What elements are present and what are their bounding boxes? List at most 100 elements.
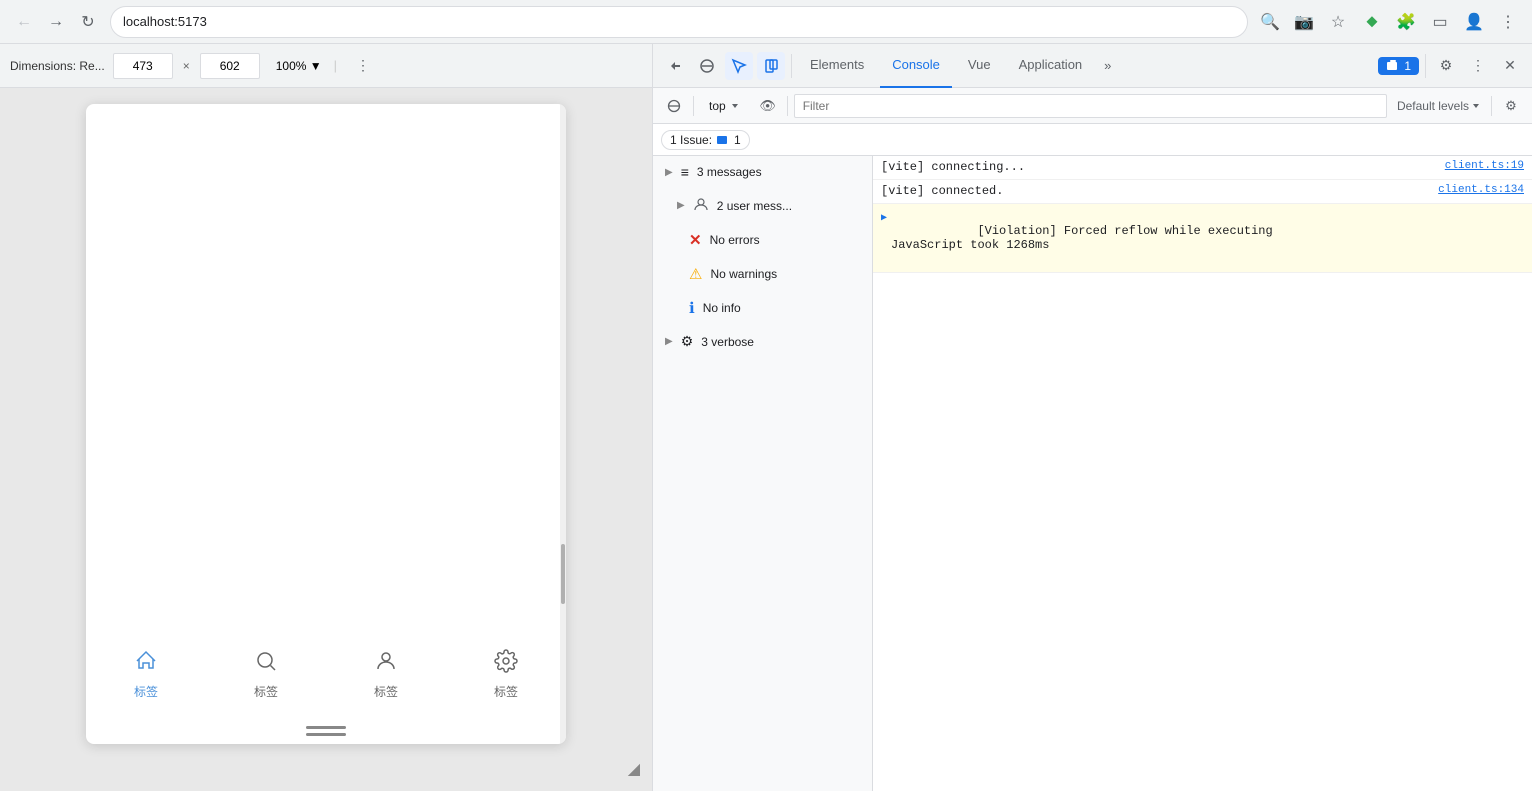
toolbar-separator: |: [334, 58, 337, 73]
forward-button[interactable]: →: [42, 8, 70, 36]
console-toolbar-sep-2: [787, 96, 788, 116]
log-text-2: [vite] connected.: [881, 184, 1430, 198]
devtools-more-button[interactable]: ⋮: [1464, 52, 1492, 80]
user-messages-icon: [693, 196, 709, 215]
more-menu-icon[interactable]: ⋮: [1494, 8, 1522, 36]
log-source-1[interactable]: client.ts:19: [1445, 160, 1524, 172]
eye-button[interactable]: 👁: [755, 93, 781, 119]
nav-label-2: 标签: [254, 683, 278, 700]
url-text: localhost:5173: [123, 14, 207, 29]
sidebar-item-all-messages[interactable]: ▶ ≡ 3 messages: [653, 156, 872, 188]
mem-saver-icon[interactable]: ⬥: [1358, 8, 1386, 36]
hamburger-line-2: [306, 733, 346, 736]
user-messages-count: 2 user mess...: [717, 199, 860, 213]
screenshot-icon[interactable]: 📷: [1290, 8, 1318, 36]
hamburger-bar: [306, 726, 346, 736]
issues-badge[interactable]: 1: [1378, 57, 1419, 75]
home-icon: [134, 649, 158, 679]
nav-label-1: 标签: [134, 683, 158, 700]
console-toolbar-sep-1: [693, 96, 694, 116]
filter-input[interactable]: [794, 94, 1387, 118]
messages-icon: ≡: [681, 164, 689, 180]
warnings-count: No warnings: [710, 267, 860, 281]
devtools-back-button[interactable]: [661, 52, 689, 80]
devtools-panel: Elements Console Vue Application » 1: [652, 44, 1532, 791]
devtools-main-toolbar: Elements Console Vue Application » 1: [653, 44, 1532, 88]
clear-console-button[interactable]: [693, 52, 721, 80]
levels-select[interactable]: Default levels: [1393, 99, 1485, 113]
sidebar-item-info[interactable]: ℹ No info: [653, 291, 872, 325]
log-source-2[interactable]: client.ts:134: [1438, 184, 1524, 196]
reload-button[interactable]: ↻: [74, 8, 102, 36]
dim-separator: ×: [183, 59, 190, 73]
log-entry-1: [vite] connecting... client.ts:19: [873, 156, 1532, 180]
info-count: No info: [703, 301, 860, 315]
issue-count-badge[interactable]: 1 Issue: 1: [661, 130, 750, 150]
nav-item-4[interactable]: 标签: [494, 649, 518, 700]
expand-arrow-violation[interactable]: ▶: [881, 212, 887, 224]
expand-arrow-2: ▶: [677, 200, 685, 211]
error-icon: ✕: [689, 231, 702, 249]
toggle-device-button[interactable]: [757, 52, 785, 80]
sidebar-item-warnings[interactable]: ⚠ No warnings: [653, 257, 872, 291]
verbose-count: 3 verbose: [701, 335, 860, 349]
zoom-icon[interactable]: 🔍: [1256, 8, 1284, 36]
issues-bar: 1 Issue: 1: [653, 124, 1532, 156]
user-icon: [374, 649, 398, 679]
tab-console[interactable]: Console: [880, 44, 952, 88]
more-tabs-button[interactable]: »: [1098, 44, 1117, 88]
nav-label-3: 标签: [374, 683, 398, 700]
devtools-close-button[interactable]: ✕: [1496, 52, 1524, 80]
toolbar-sep-1: [791, 54, 792, 78]
main-area: Dimensions: Re... × 100% ▼ | ⋮: [0, 44, 1532, 791]
tab-elements[interactable]: Elements: [798, 44, 876, 88]
expand-arrow-3: ▶: [665, 336, 673, 347]
ban-button[interactable]: [661, 93, 687, 119]
context-selector[interactable]: top: [700, 96, 749, 116]
nav-item-2[interactable]: 标签: [254, 649, 278, 700]
verbose-icon: ⚙: [681, 333, 694, 350]
profile-icon[interactable]: 👤: [1460, 8, 1488, 36]
console-secondary-toolbar: top 👁 Default levels ⚙: [653, 88, 1532, 124]
info-icon: ℹ: [689, 299, 695, 317]
device-toolbar: Dimensions: Re... × 100% ▼ | ⋮: [0, 44, 652, 88]
zoom-control[interactable]: 100% ▼: [276, 59, 322, 73]
tab-vue[interactable]: Vue: [956, 44, 1003, 88]
scrollbar-thumb: [561, 544, 565, 604]
console-log[interactable]: [vite] connecting... client.ts:19 [vite]…: [873, 156, 1532, 791]
warning-icon: ⚠: [689, 265, 702, 283]
nav-item-1[interactable]: 标签: [134, 649, 158, 700]
inspect-element-button[interactable]: [725, 52, 753, 80]
device-more-button[interactable]: ⋮: [349, 52, 377, 80]
log-entry-2: [vite] connected. client.ts:134: [873, 180, 1532, 204]
console-settings-button[interactable]: ⚙: [1498, 93, 1524, 119]
console-sidebar: ▶ ≡ 3 messages ▶ 2 user mess... ✕ No e: [653, 156, 873, 791]
width-input[interactable]: [113, 53, 173, 79]
nav-buttons: ← → ↻: [10, 8, 102, 36]
height-input[interactable]: [200, 53, 260, 79]
all-messages-count: 3 messages: [697, 165, 860, 179]
back-button[interactable]: ←: [10, 8, 38, 36]
browser-chrome: ← → ↻ localhost:5173 🔍 📷 ☆ ⬥ 🧩 ▭ 👤 ⋮: [0, 0, 1532, 44]
bottom-nav: 标签 标签: [86, 634, 566, 714]
resize-handle[interactable]: ◢: [628, 759, 640, 779]
errors-count: No errors: [710, 233, 860, 247]
tab-application[interactable]: Application: [1007, 44, 1095, 88]
sidebar-item-errors[interactable]: ✕ No errors: [653, 223, 872, 257]
log-entry-3: ▶ [Violation] Forced reflow while execut…: [873, 204, 1532, 273]
sidebar-item-user-messages[interactable]: ▶ 2 user mess...: [653, 188, 872, 223]
hamburger-line-1: [306, 726, 346, 729]
device-frame: 标签 标签: [86, 104, 566, 744]
address-bar[interactable]: localhost:5173: [110, 6, 1248, 38]
extensions-icon[interactable]: 🧩: [1392, 8, 1420, 36]
toggle-devtools-icon[interactable]: ▭: [1426, 8, 1454, 36]
device-content: 标签 标签: [86, 104, 566, 744]
bookmark-icon[interactable]: ☆: [1324, 8, 1352, 36]
nav-item-3[interactable]: 标签: [374, 649, 398, 700]
console-body: ▶ ≡ 3 messages ▶ 2 user mess... ✕ No e: [653, 156, 1532, 791]
devtools-settings-button[interactable]: ⚙: [1432, 52, 1460, 80]
console-toolbar-sep-3: [1491, 96, 1492, 116]
sidebar-item-verbose[interactable]: ▶ ⚙ 3 verbose: [653, 325, 872, 358]
log-text-3: [Violation] Forced reflow while executin…: [891, 210, 1524, 266]
nav-label-4: 标签: [494, 683, 518, 700]
